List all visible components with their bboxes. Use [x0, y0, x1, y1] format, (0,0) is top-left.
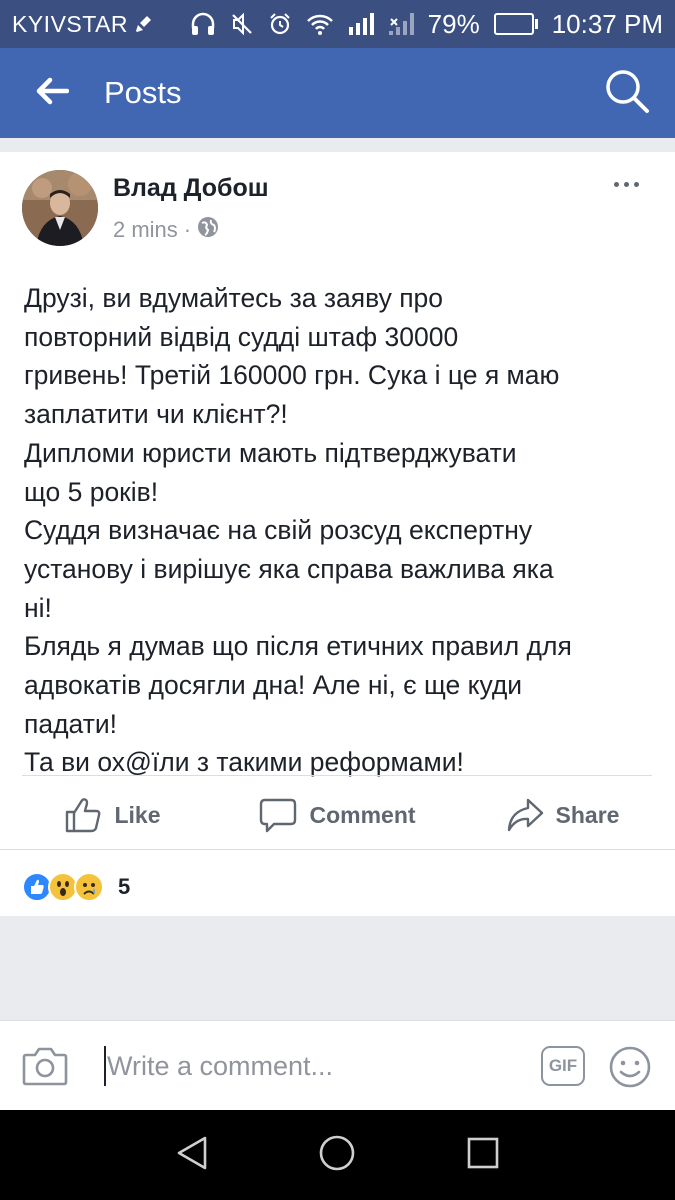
status-bar: KYIVSTAR 79% 10:37 PM	[0, 0, 675, 48]
post-text-line: Дипломи юристи мають підтверджувати	[24, 437, 517, 468]
triangle-back-icon	[175, 1135, 209, 1176]
post-text-line: установу і вирішує яка справа важлива як…	[24, 553, 554, 584]
time: 10:37 PM	[551, 8, 663, 39]
post-text-line: Блядь я думав що після етичних правил дл…	[24, 631, 572, 662]
carrier: KYIVSTAR	[12, 11, 154, 38]
meta-separator: ·	[183, 217, 192, 242]
back-button[interactable]	[0, 48, 104, 138]
battery-icon	[493, 13, 538, 35]
post-text-line: адвокатів досягли дна! Але ні, є ще куди	[24, 670, 523, 701]
post-text-line: гривень! Третій 160000 грн. Сука і це я …	[24, 360, 560, 391]
post-card: Влад Добош 2 mins · Друзі, ви вдумайтесь…	[0, 152, 675, 916]
comment-input[interactable]: Write a comment...	[107, 1051, 333, 1082]
wifi-icon	[306, 13, 334, 35]
post-text-line: що 5 років!	[24, 476, 159, 507]
post-text-line: заплатити чи клієнт?!	[24, 399, 288, 430]
divider	[0, 849, 675, 850]
post-actions: Like Comment Share	[0, 782, 675, 848]
headphones-icon	[190, 12, 216, 36]
nav-back-button[interactable]	[175, 1135, 209, 1176]
post-text-line: Друзі, ви вдумайтесь за заяву про	[24, 283, 444, 313]
post-text: Друзі, ви вдумайтесь за заяву про повторн…	[24, 279, 664, 782]
share-button[interactable]: Share	[450, 782, 675, 848]
post-header: Влад Добош 2 mins ·	[0, 152, 675, 252]
sad-reaction-icon	[74, 872, 104, 902]
arrow-left-icon	[35, 77, 70, 110]
like-button[interactable]: Like	[0, 782, 225, 848]
post-text-line: падати!	[24, 708, 118, 739]
signal-no-sim-icon	[388, 13, 414, 35]
more-dot	[624, 182, 629, 187]
smiley-icon	[608, 1046, 652, 1093]
post-text-line: ні!	[24, 592, 52, 623]
post-time[interactable]: 2 mins	[113, 217, 178, 243]
camera-button[interactable]	[22, 1045, 68, 1092]
signal-icon	[348, 13, 374, 35]
nav-recents-button[interactable]	[466, 1136, 500, 1175]
reaction-count: 5	[118, 874, 131, 899]
post-author[interactable]: Влад Добош	[113, 174, 269, 203]
thumbs-up-icon	[64, 796, 102, 834]
sticker-button[interactable]	[608, 1045, 652, 1094]
search-button[interactable]	[579, 48, 675, 138]
circle-home-icon	[318, 1134, 356, 1177]
like-label: Like	[114, 801, 161, 828]
search-icon	[604, 68, 650, 119]
post-text-line: повторний відвід судді штаф 30000	[24, 321, 459, 352]
comment-icon	[259, 797, 297, 833]
share-icon	[506, 798, 544, 832]
post-text-line: Та ви ох@їли з такими реформами!	[24, 747, 464, 778]
divider	[22, 775, 652, 776]
more-dot	[634, 182, 639, 187]
system-nav-bar	[0, 1110, 675, 1200]
cleaner-icon	[134, 14, 154, 34]
app-bar: Posts	[0, 48, 675, 138]
avatar[interactable]	[22, 170, 98, 246]
post-text-line: Суддя визначає на свій розсуд експертну	[24, 515, 533, 546]
text-cursor	[104, 1046, 106, 1086]
gif-button[interactable]: GIF	[541, 1046, 585, 1086]
comment-bar: Write a comment... GIF	[0, 1020, 675, 1110]
globe-icon	[197, 216, 219, 244]
mute-icon	[230, 12, 254, 36]
camera-icon	[22, 1047, 68, 1091]
alarm-icon	[268, 12, 292, 36]
more-dot	[614, 182, 619, 187]
nav-home-button[interactable]	[318, 1134, 356, 1177]
page-title: Posts	[104, 75, 182, 110]
more-options-button[interactable]	[614, 182, 639, 187]
share-label: Share	[555, 801, 620, 828]
comment-button[interactable]: Comment	[225, 782, 450, 848]
post-meta: 2 mins ·	[113, 216, 219, 244]
reactions-summary[interactable]: 5	[22, 872, 130, 902]
square-recents-icon	[466, 1136, 500, 1175]
comment-label: Comment	[309, 801, 416, 828]
carrier-name: KYIVSTAR	[12, 10, 129, 37]
battery-percent: 79%	[427, 8, 480, 39]
